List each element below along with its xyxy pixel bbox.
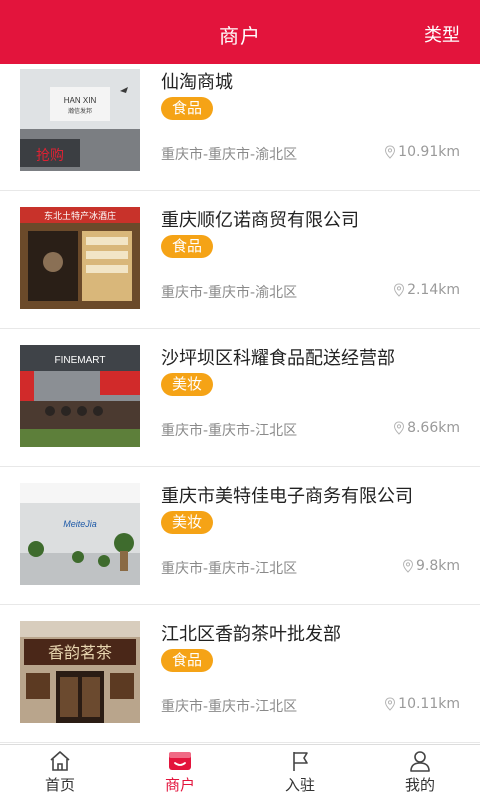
tab-profile[interactable]: 我的 xyxy=(360,745,480,801)
location-pin-icon xyxy=(394,283,405,297)
tab-home[interactable]: 首页 xyxy=(0,745,120,801)
merchant-distance: 2.14km xyxy=(393,282,460,298)
merchant-distance: 9.8km xyxy=(402,558,460,574)
home-icon xyxy=(50,751,70,771)
location-pin-icon xyxy=(385,145,396,159)
user-icon xyxy=(410,751,430,772)
merchant-photo: HAN XIN 瀚信发邦 抢购 xyxy=(20,69,140,171)
merchant-name: 重庆顺亿诺商贸有限公司 xyxy=(161,210,359,231)
type-filter-button[interactable]: 类型 xyxy=(424,0,460,64)
location-pin-icon xyxy=(394,421,405,435)
tab-join[interactable]: 入驻 xyxy=(240,745,360,801)
thumb-text: MeiteJia xyxy=(63,519,97,529)
merchant-name: 重庆市美特佳电子商务有限公司 xyxy=(161,486,413,507)
bottom-tab-bar: 首页 商户 入驻 我的 xyxy=(0,744,480,801)
thumb-text: HAN XIN xyxy=(64,96,97,105)
distance-value: 9.8km xyxy=(415,558,460,574)
store-icon xyxy=(169,752,191,770)
merchant-name: 沙坪坝区科耀食品配送经营部 xyxy=(161,348,395,369)
merchant-address: 重庆市-重庆市-渝北区 xyxy=(161,285,298,301)
merchant-photo: FINEMART xyxy=(20,345,140,447)
list-item[interactable]: 东北土特产冰酒庄 重庆顺亿诺商贸有限公司 食品 重庆市-重庆市-渝北区 2.14… xyxy=(0,191,480,329)
tab-label: 入驻 xyxy=(284,776,315,794)
merchant-name: 江北区香韵茶叶批发部 xyxy=(161,624,341,645)
category-tag: 食品 xyxy=(161,235,214,258)
category-tag: 食品 xyxy=(161,649,214,672)
merchant-distance: 10.11km xyxy=(384,696,460,712)
tab-merchants[interactable]: 商户 xyxy=(120,745,240,801)
merchant-name: 仙淘商城 xyxy=(161,72,233,93)
thumb-text: 香韵茗茶 xyxy=(48,643,112,662)
thumb-text: 东北土特产冰酒庄 xyxy=(44,210,116,222)
list-item[interactable]: 香韵茗茶 江北区香韵茶叶批发部 食品 重庆市-重庆市-江北区 10.11km xyxy=(0,605,480,743)
category-tag: 食品 xyxy=(161,97,214,120)
merchant-address: 重庆市-重庆市-江北区 xyxy=(161,423,298,439)
distance-value: 8.66km xyxy=(407,420,460,436)
category-tag: 美妆 xyxy=(161,373,214,396)
list-item[interactable]: MeiteJia 重庆市美特佳电子商务有限公司 美妆 重庆市-重庆市-江北区 9… xyxy=(0,467,480,605)
flag-icon xyxy=(293,752,308,771)
tab-label: 商户 xyxy=(164,776,195,794)
tab-label: 首页 xyxy=(44,776,75,794)
distance-value: 2.14km xyxy=(407,282,460,298)
location-pin-icon xyxy=(385,697,396,711)
merchant-list[interactable]: HAN XIN 瀚信发邦 抢购 仙淘商城 食品 重庆市-重庆市-渝北区 10.9… xyxy=(0,64,480,744)
header-bar: 商户 类型 xyxy=(0,0,480,64)
merchant-photo: MeiteJia xyxy=(20,483,140,585)
merchant-distance: 8.66km xyxy=(393,420,460,436)
merchant-distance: 10.91km xyxy=(384,144,460,160)
merchant-address: 重庆市-重庆市-江北区 xyxy=(161,561,298,577)
thumb-extra: 抢购 xyxy=(36,147,64,164)
thumb-subtext: 瀚信发邦 xyxy=(68,107,92,115)
merchant-address: 重庆市-重庆市-渝北区 xyxy=(161,147,298,163)
tab-label: 我的 xyxy=(404,776,435,794)
distance-value: 10.11km xyxy=(398,696,460,712)
distance-value: 10.91km xyxy=(398,144,460,160)
merchant-photo: 东北土特产冰酒庄 xyxy=(20,207,140,309)
thumb-text: FINEMART xyxy=(55,355,106,366)
category-tag: 美妆 xyxy=(161,511,214,534)
list-item[interactable]: FINEMART 沙坪坝区科耀食品配送经营部 美妆 重庆市-重庆市-江北区 8.… xyxy=(0,329,480,467)
list-item[interactable]: HAN XIN 瀚信发邦 抢购 仙淘商城 食品 重庆市-重庆市-渝北区 10.9… xyxy=(0,64,480,191)
page-title: 商户 xyxy=(219,24,261,48)
location-pin-icon xyxy=(402,559,413,573)
merchant-address: 重庆市-重庆市-江北区 xyxy=(161,699,298,715)
merchant-photo: 香韵茗茶 xyxy=(20,621,140,723)
